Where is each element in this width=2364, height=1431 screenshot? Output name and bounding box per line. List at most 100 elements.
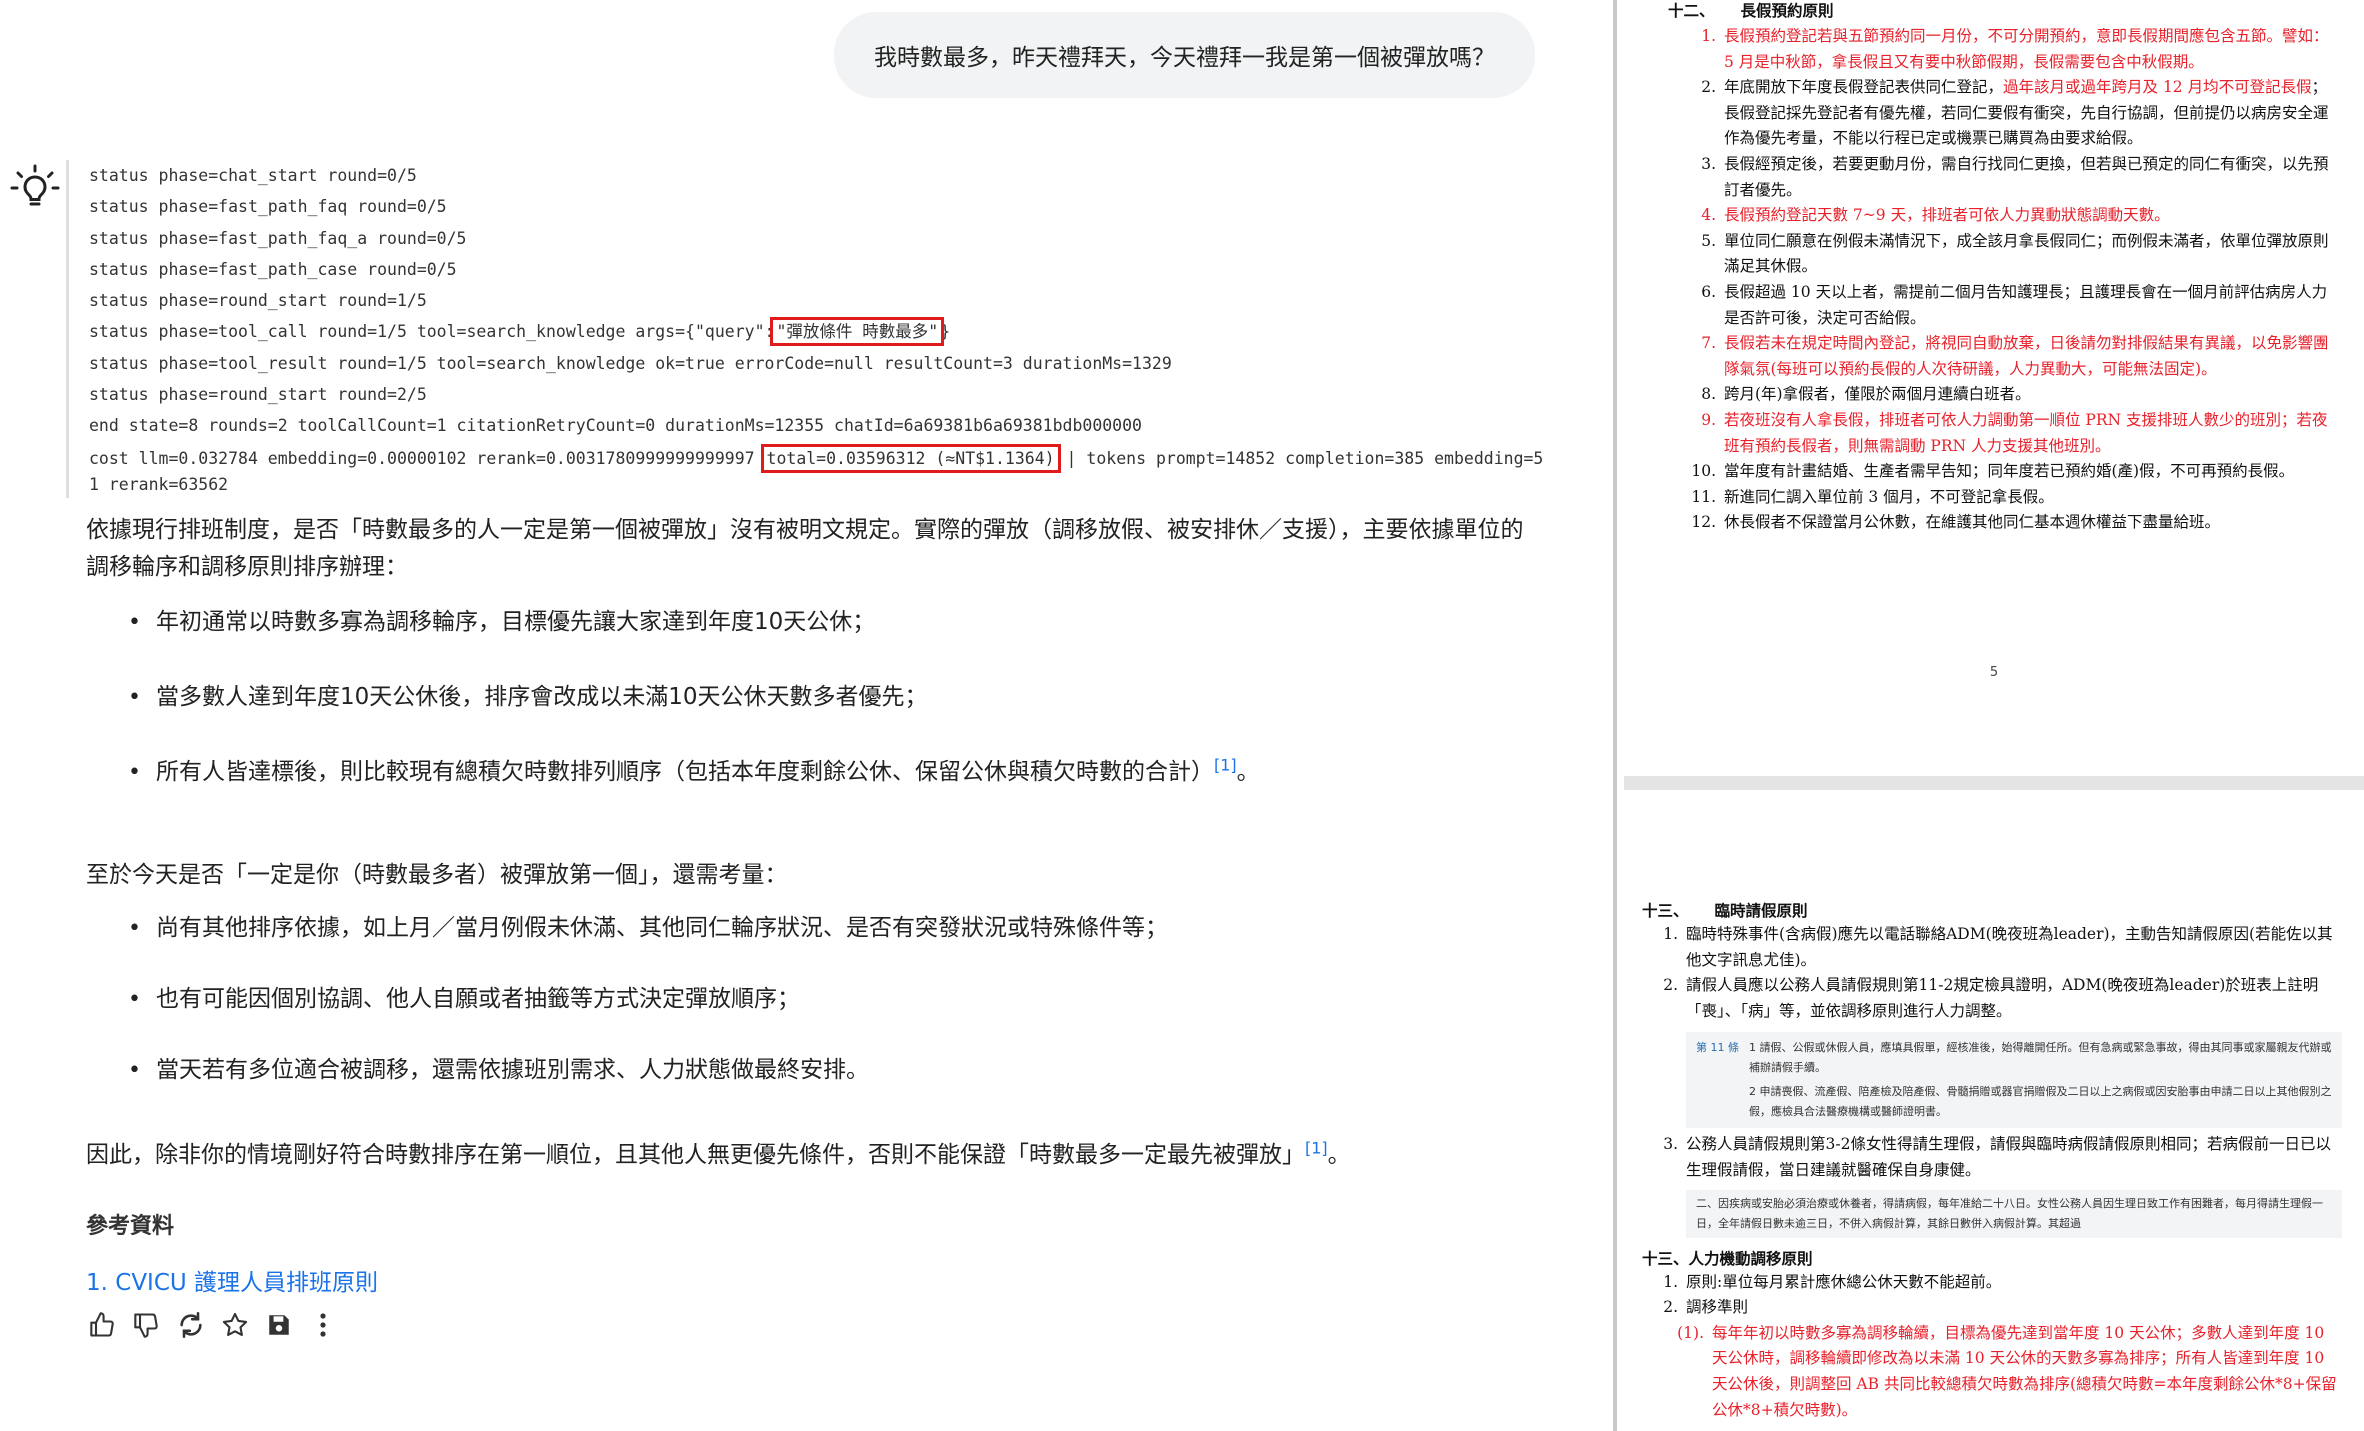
star-icon xyxy=(222,1312,248,1336)
heading-number: 十二、 xyxy=(1668,1,1715,20)
thumb-down-icon xyxy=(134,1313,158,1338)
status-log: status phase=chat_start round=0/5 status… xyxy=(66,160,1546,498)
heading-text: 臨時請假原則 xyxy=(1714,901,1808,920)
chat-pane: 我時數最多，昨天禮拜天，今天禮拜一我是第一個被彈放嗎？ status phase… xyxy=(0,0,1610,1431)
doc-sub-item: (1). 每年年初以時數多寡為調移輪續，目標為優先達到當年度 10 天公休；多數人… xyxy=(1652,1321,2342,1423)
log-line: status phase=fast_path_faq_a round=0/5 xyxy=(89,228,467,248)
item-text: 若夜班沒有人拿長假，排班者可依人力調動第一順位 PRN 支援排班人數少的班別；若… xyxy=(1724,410,2328,455)
item-text-highlight: 過年該月或過年跨月及 12 月均不可登記長假 xyxy=(2003,78,2312,97)
item-text: 臨時特殊事件(含病假)應先以電話聯絡ADM(晚夜班為leader)，主動告知請假… xyxy=(1686,925,2333,969)
log-line: end state=8 rounds=2 toolCallCount=1 cit… xyxy=(89,416,1142,436)
item-number: 2. xyxy=(1663,976,1678,995)
item-number: 11. xyxy=(1691,487,1716,506)
item-text: 原則:單位每月累計應休總公休天數不能超前。 xyxy=(1686,1272,2002,1291)
heading-number: 十三、 xyxy=(1642,901,1689,920)
doc-item: 8. 跨月(年)拿假者，僅限於兩個月連續白班者。 xyxy=(1690,382,2338,408)
citation-link[interactable]: [1] xyxy=(1305,1138,1328,1157)
highlighted-query: "彈放條件 時數最多" xyxy=(770,317,945,347)
log-line-tool-call: status phase=tool_call round=1/5 tool=se… xyxy=(89,316,1546,347)
save-button[interactable] xyxy=(264,1310,294,1340)
answer-para-2: 至於今天是否「一定是你（時數最多者）被彈放第一個」，還需考量： xyxy=(86,862,788,888)
message-actions xyxy=(88,1310,338,1340)
law-excerpt: 第 11 條 1 請假、公假或休假人員，應填具假單，經核准後，始得離開任所。但有… xyxy=(1686,1032,2342,1129)
list-item: 當多數人達到年度10天公休後，排序會改成以未滿10天公休天數多者優先； xyxy=(86,679,1546,716)
item-text: 請假人員應以公務人員請假規則第11-2規定檢具證明，ADM(晚夜班為leader… xyxy=(1686,976,2319,1020)
item-number: 7. xyxy=(1701,334,1716,353)
log-line: status phase=fast_path_faq round=0/5 xyxy=(89,197,447,217)
law-clause: 2 申請喪假、流產假、陪產檢及陪產假、骨髓捐贈或器官捐贈假及二日以上之病假或因安… xyxy=(1749,1085,2332,1119)
item-number: 1. xyxy=(1701,27,1716,45)
doc-item: 9. 若夜班沒有人拿長假，排班者可依人力調動第一順位 PRN 支援排班人數少的班別… xyxy=(1690,408,2338,459)
lightbulb-icon xyxy=(10,164,60,206)
star-button[interactable] xyxy=(220,1310,250,1340)
item-text: 長假預約登記若與五節預約同一月份，不可分開預約，意即長假期間應包含五節。譬如：5… xyxy=(1724,27,2329,71)
section-heading: 十三、 臨時請假原則 xyxy=(1642,900,2342,922)
item-text: 長假超過 10 天以上者，需提前二個月告知護理長；且護理長會在一個月前評估病房人… xyxy=(1724,282,2328,327)
answer-intro: 依據現行排班制度，是否「時數最多的人一定是第一個被彈放」沒有被明文規定。實際的彈… xyxy=(86,517,1524,580)
log-line: status phase=chat_start round=0/5 xyxy=(89,166,417,185)
answer-list-1: 年初通常以時數多寡為調移輪序，目標優先讓大家達到年度10天公休； 當多數人達到年… xyxy=(86,604,1546,791)
page-separator xyxy=(1624,776,2364,790)
item-text: 長假預約登記天數 7~9 天，排班者可依人力異動狀態調動天數。 xyxy=(1724,206,2170,225)
more-vertical-icon xyxy=(320,1313,326,1337)
item-text: 每年年初以時數多寡為調移輪續，目標為優先達到當年度 10 天公休；多數人達到年度… xyxy=(1712,1323,2337,1419)
item-text: 跨月(年)拿假者，僅限於兩個月連續白班者。 xyxy=(1724,385,2031,404)
doc-item: 6. 長假超過 10 天以上者，需提前二個月告知護理長；且護理長會在一個月前評估病… xyxy=(1690,280,2338,331)
list-item: 也有可能因個別協調、他人自願或者抽籤等方式決定彈放順序； xyxy=(86,981,1546,1018)
law-clause: 1 請假、公假或休假人員，應填具假單，經核准後，始得離開任所。但有急病或緊急事故… xyxy=(1749,1041,2332,1075)
refresh-button[interactable] xyxy=(176,1310,206,1340)
log-line: status phase=round_start round=1/5 xyxy=(89,291,427,311)
cost-prefix: cost llm=0.032784 embedding=0.00000102 r… xyxy=(89,448,765,468)
doc-item: 5. 單位同仁願意在例假未滿情況下，成全該月拿長假同仁；而例假未滿者，依單位彈放原… xyxy=(1690,229,2338,280)
item-text: 當年度有計畫結婚、生產者需早告知；同年度若已預約婚(產)假，不可再預約長假。 xyxy=(1724,462,2295,481)
thumb-down-button[interactable] xyxy=(132,1310,162,1340)
item-text: 新進同仁調入單位前 3 個月，不可登記拿長假。 xyxy=(1724,487,2054,506)
doc-item: 11. 新進同仁調入單位前 3 個月，不可登記拿長假。 xyxy=(1690,485,2338,511)
section-heading-2: 十三、人力機動調移原則 xyxy=(1642,1248,1813,1268)
more-button[interactable] xyxy=(308,1310,338,1340)
citation-link[interactable]: [1] xyxy=(1214,755,1237,774)
item-text: 長假經預定後，若要更動月份，需自行找同仁更換，但若與已預定的同仁有衝突，以先預訂… xyxy=(1724,154,2329,199)
item-text: 休長假者不保證當月公休數，在維護其他同仁基本週休權益下盡量給班。 xyxy=(1724,513,2221,532)
item-text: 年底開放下年度長假登記表供同仁登記， xyxy=(1724,78,2004,97)
doc-item: 3. 公務人員請假規則第3-2條女性得請生理假，請假與臨時病假請假原則相同；若病假… xyxy=(1652,1132,2342,1183)
references-title: 參考資料 xyxy=(86,1214,175,1239)
item-text: 公務人員請假規則第3-2條女性得請生理假，請假與臨時病假請假原則相同；若病假前一… xyxy=(1686,1135,2331,1179)
list-item: 年初通常以時數多寡為調移輪序，目標優先讓大家達到年度10天公休； xyxy=(86,604,1546,641)
list-item: 尚有其他排序依據，如上月／當月例假未休滿、其他同仁輪序狀況、是否有突發狀況或特殊… xyxy=(86,910,1546,947)
item-number: (1). xyxy=(1677,1323,1704,1342)
doc-item-list: 1. 長假預約登記若與五節預約同一月份，不可分開預約，意即長假期間應包含五節。譬如… xyxy=(1668,24,2338,536)
item-number: 3. xyxy=(1701,154,1716,173)
item-number: 4. xyxy=(1701,206,1716,225)
reference-link[interactable]: 1. CVICU 護理人員排班原則 xyxy=(86,1270,378,1296)
list-item: 當天若有多位適合被調移，還需依據班別需求、人力狀態做最終安排。 xyxy=(86,1052,1546,1089)
item-number: 2. xyxy=(1701,78,1716,97)
user-message-bubble: 我時數最多，昨天禮拜天，今天禮拜一我是第一個被彈放嗎？ xyxy=(834,12,1535,98)
list-item-text: 所有人皆達標後，則比較現有總積欠時數排列順序（包括本年度剩餘公休、保留公休與積欠… xyxy=(156,759,1214,785)
heading-text: 長假預約原則 xyxy=(1740,1,1834,20)
assistant-answer: 依據現行排班制度，是否「時數最多的人一定是第一個被彈放」沒有被明文規定。實際的彈… xyxy=(86,512,1546,1302)
section-heading: 十二、 長假預約原則 xyxy=(1668,0,2338,22)
doc-item: 1. 臨時特殊事件(含病假)應先以電話聯絡ADM(晚夜班為leader)，主動告知… xyxy=(1652,922,2342,973)
doc-item: 1. 原則:單位每月累計應休總公休天數不能超前。 xyxy=(1652,1270,2342,1296)
log-line: status phase=fast_path_case round=0/5 xyxy=(89,259,457,279)
item-text: 單位同仁願意在例假未滿情況下，成全該月拿長假同仁；而例假未滿者，依單位彈放原則滿… xyxy=(1724,231,2329,276)
item-number: 3. xyxy=(1663,1135,1678,1154)
page-number: 5 xyxy=(1989,665,1999,680)
item-number: 10. xyxy=(1691,462,1716,481)
doc-item: 2. 調移準則 xyxy=(1652,1295,2342,1321)
reference-item: 1. CVICU 護理人員排班原則 xyxy=(86,1265,1546,1302)
item-number: 12. xyxy=(1691,513,1716,532)
doc-item-list: 1. 臨時特殊事件(含病假)應先以電話聯絡ADM(晚夜班為leader)，主動告知… xyxy=(1642,922,2342,1238)
highlighted-total-cost: total=0.03596312 (≈NT$1.1364) xyxy=(760,443,1061,473)
item-number: 1. xyxy=(1663,1272,1678,1291)
doc-page-2: 十三、 臨時請假原則 1. 臨時特殊事件(含病假)應先以電話聯絡ADM(晚夜班為le… xyxy=(1642,900,2342,1423)
log-line: status phase=tool_result round=1/5 tool=… xyxy=(89,353,1172,373)
conclusion-text: 因此，除非你的情境剛好符合時數排序在第一順位，且其他人無更優先條件，否則不能保證… xyxy=(86,1142,1305,1168)
pane-divider[interactable] xyxy=(1613,0,1617,1431)
doc-item-list: 1. 原則:單位每月累計應休總公休天數不能超前。 2. 調移準則 (1). 每年年初以… xyxy=(1642,1270,2342,1424)
doc-item: 10. 當年度有計畫結婚、生產者需早告知；同年度若已預約婚(產)假，不可再預約長假… xyxy=(1690,459,2338,485)
thumb-up-button[interactable] xyxy=(88,1310,118,1340)
log-line-cost: cost llm=0.032784 embedding=0.00000102 r… xyxy=(89,442,1546,498)
tool-call-suffix: } xyxy=(940,322,951,342)
